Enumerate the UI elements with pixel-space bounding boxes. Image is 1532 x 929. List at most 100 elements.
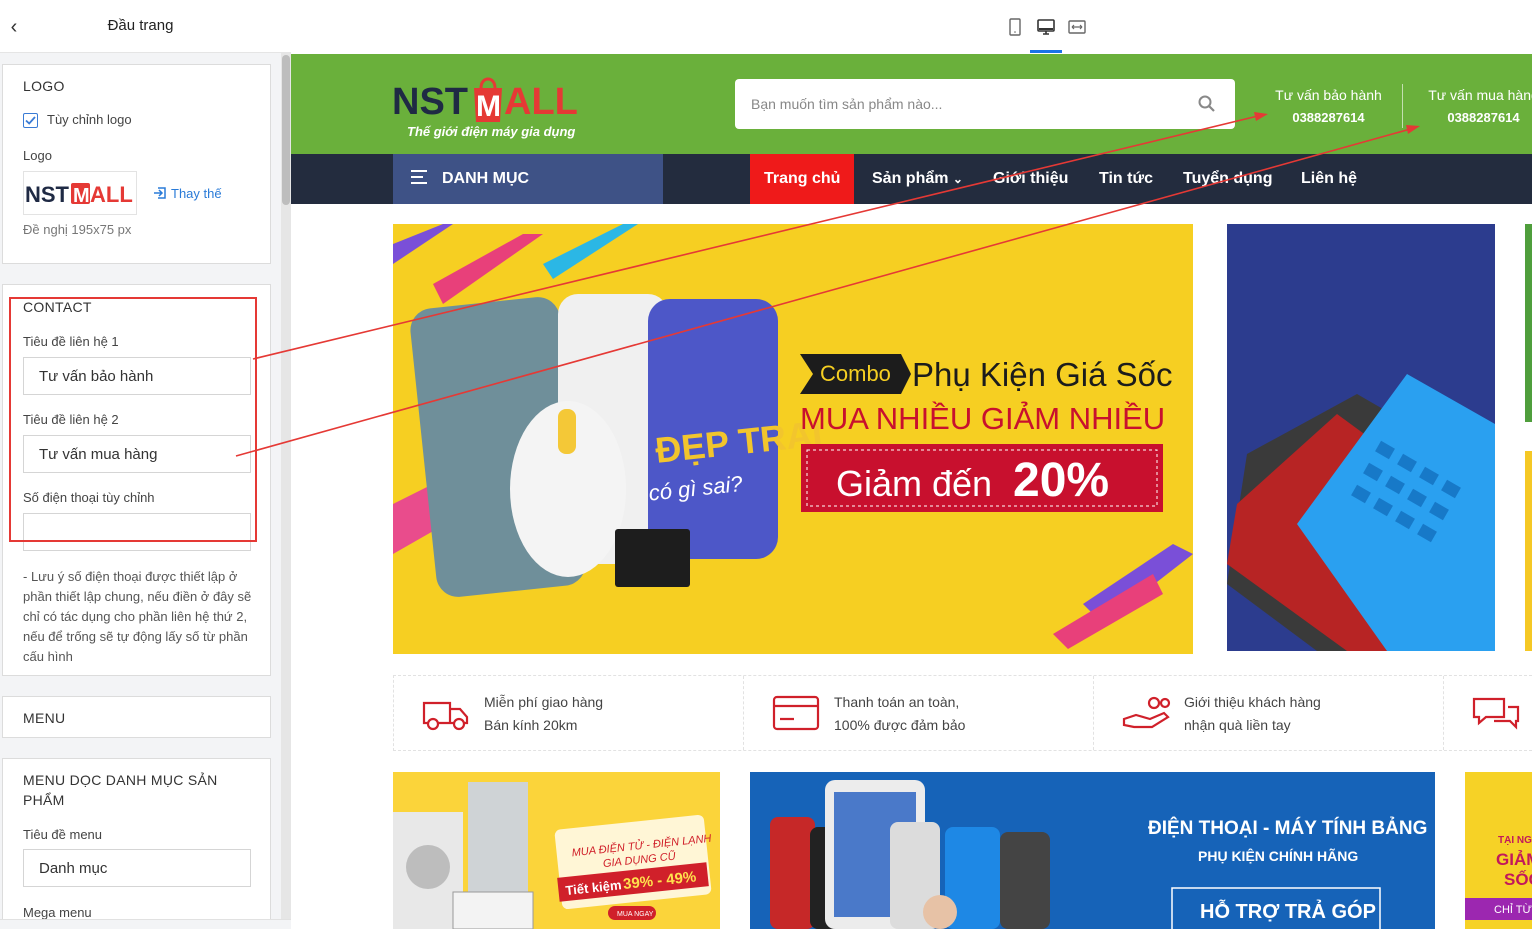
- logo-text-mall: ALL: [504, 81, 578, 123]
- chat-icon: [1472, 697, 1520, 730]
- check-icon: [25, 116, 36, 125]
- custom-phone-input[interactable]: [23, 513, 251, 551]
- contact-title2-input[interactable]: [23, 435, 251, 473]
- banner-combo: Combo: [820, 361, 891, 386]
- svg-text:M: M: [476, 90, 501, 123]
- menu-section[interactable]: MENU: [2, 696, 271, 738]
- svg-text:M: M: [73, 185, 90, 207]
- edge-promo-graphic: TẠI NG GIẢM SỐC CHỈ TỪ: [1465, 772, 1532, 929]
- contact-section: CONTACT Tiêu đề liên hệ 1 Tiêu đề liên h…: [2, 284, 271, 676]
- nav-home[interactable]: Trang chủ: [750, 154, 855, 204]
- promo1-cta: MUA NGAY: [617, 911, 654, 918]
- contact-sales[interactable]: Tư vấn mua hàng 0388287614: [1426, 87, 1532, 125]
- contact-warranty[interactable]: Tư vấn bảo hành 0388287614: [1271, 87, 1386, 125]
- feature-line2: 100% được đảm bảo: [834, 717, 966, 733]
- phones-graphic: ĐIỆN THOẠI - MÁY TÍNH BẢNG PHỤ KIỆN CHÍN…: [770, 780, 1427, 929]
- truck-icon: [422, 701, 469, 731]
- features-bar: Miễn phí giao hàng Bán kính 20km Thanh t…: [393, 675, 1532, 751]
- logo-text-nst: NST: [392, 81, 468, 123]
- hamburger-icon: [411, 170, 427, 184]
- replace-logo-link[interactable]: Thay thế: [153, 186, 222, 201]
- menu-section-title: MENU: [23, 710, 66, 726]
- nav-products[interactable]: Sản phẩm ⌄: [872, 154, 963, 204]
- category-menu-button[interactable]: DANH MỤC: [393, 154, 663, 204]
- panel-scroll-thumb[interactable]: [282, 55, 290, 205]
- feature-item: [1444, 676, 1532, 750]
- menu-title-input[interactable]: [23, 849, 251, 887]
- site-logo[interactable]: NST M ALL Thế giới điện máy gia dụng: [392, 66, 602, 146]
- promo2-title: ĐIỆN THOẠI - MÁY TÍNH BẢNG: [1148, 817, 1427, 839]
- feature-item: Miễn phí giao hàng Bán kính 20km: [394, 676, 744, 750]
- panel-footer: [0, 919, 291, 929]
- logo-label: Logo: [23, 148, 52, 163]
- contact-warranty-phone: 0388287614: [1292, 110, 1365, 125]
- card-icon: [772, 695, 820, 731]
- vertical-menu-section: MENU DỌC DANH MỤC SẢN PHẨM Tiêu đề menu …: [2, 758, 271, 928]
- custom-logo-checkbox[interactable]: [23, 113, 38, 128]
- mobile-icon[interactable]: [1005, 17, 1025, 37]
- contact-note: - Lưu ý số điện thoại được thiết lập ở p…: [23, 569, 252, 664]
- nav-contact[interactable]: Liên hệ: [1301, 154, 1357, 204]
- logo-section-title: LOGO: [23, 78, 65, 94]
- logo-thumbnail[interactable]: NST M ALL: [23, 171, 137, 215]
- feature-line1: Miễn phí giao hàng: [484, 694, 604, 710]
- contact-divider: [1402, 84, 1403, 128]
- contact-sales-title: Tư vấn mua hàng: [1428, 87, 1532, 103]
- edge-banner-green: [1525, 224, 1532, 422]
- promo2-subtitle: PHỤ KIỆN CHÍNH HÃNG: [1198, 847, 1358, 864]
- feature-line2: Bán kính 20km: [484, 717, 578, 733]
- promo-banner-phones[interactable]: ĐIỆN THOẠI - MÁY TÍNH BẢNG PHỤ KIỆN CHÍN…: [750, 772, 1435, 929]
- category-button-label: DANH MỤC: [442, 170, 530, 187]
- side-banner[interactable]: [1227, 224, 1495, 651]
- contact-title1-label: Tiêu đề liên hệ 1: [23, 334, 119, 349]
- feature-line2: nhận quà liền tay: [1184, 717, 1291, 733]
- edge-banner-yellow: [1525, 451, 1532, 651]
- promo2-cta: HỖ TRỢ TRẢ GÓP: [1200, 899, 1376, 923]
- logo-size-hint: Đề nghị 195x75 px: [23, 222, 132, 237]
- search-bar[interactable]: Bạn muốn tìm sản phẩm nào...: [735, 79, 1235, 129]
- banner-discount-prefix: Giảm đến: [836, 463, 992, 504]
- feature-line1: Thanh toán an toàn,: [834, 694, 960, 710]
- banner-subline: MUA NHIỀU GIẢM NHIỀU: [800, 401, 1165, 436]
- nav-products-label: Sản phẩm: [872, 170, 949, 187]
- contact-title1-input[interactable]: [23, 357, 251, 395]
- search-placeholder[interactable]: Bạn muốn tìm sản phẩm nào...: [751, 96, 942, 112]
- search-icon[interactable]: [1197, 94, 1217, 114]
- promo3-line2: GIẢM: [1496, 850, 1532, 869]
- contact-title2-label: Tiêu đề liên hệ 2: [23, 412, 119, 427]
- logo-section: LOGO Tùy chỉnh logo Logo NST M ALL Thay …: [2, 64, 271, 264]
- panel-header: ‹ Đầu trang: [0, 0, 291, 53]
- contact-sales-phone: 0388287614: [1447, 110, 1520, 125]
- banner-headline: Phụ Kiện Giá Sốc: [912, 356, 1173, 393]
- promo3-line4: CHỈ TỪ: [1494, 903, 1532, 916]
- fullwidth-icon[interactable]: [1067, 17, 1087, 37]
- chevron-down-icon: ⌄: [952, 172, 963, 186]
- panel-title: Đầu trang: [107, 17, 174, 34]
- promo3-line3: SỐC: [1504, 869, 1532, 889]
- feature-item: Thanh toán an toàn, 100% được đảm bảo: [744, 676, 1094, 750]
- appliances-graphic: MUA ĐIỆN TỬ - ĐIỆN LẠNH GIA DỤNG CŨ Tiết…: [393, 782, 712, 929]
- svg-text:ALL: ALL: [90, 182, 133, 207]
- keyboard-graphic: [1227, 224, 1495, 651]
- device-preview-bar: [291, 0, 1532, 54]
- main-navigation: DANH MỤC Trang chủ Sản phẩm ⌄ Giới thiệu…: [291, 154, 1532, 204]
- contact-section-title: CONTACT: [23, 299, 92, 315]
- desktop-icon[interactable]: [1036, 17, 1056, 37]
- gift-hand-icon: [1122, 696, 1171, 729]
- nav-about[interactable]: Giới thiệu: [993, 154, 1068, 204]
- site-header: NST M ALL Thế giới điện máy gia dụng Bạn…: [291, 54, 1532, 154]
- nav-careers[interactable]: Tuyển dụng: [1183, 154, 1272, 204]
- replace-icon: [154, 187, 166, 199]
- nav-news[interactable]: Tin tức: [1099, 154, 1153, 204]
- contact-warranty-title: Tư vấn bảo hành: [1275, 87, 1382, 103]
- custom-phone-label: Số điện thoại tùy chỉnh: [23, 490, 155, 505]
- menu-title-label: Tiêu đề menu: [23, 827, 103, 842]
- promo-banner-edge[interactable]: TẠI NG GIẢM SỐC CHỈ TỪ: [1465, 772, 1532, 929]
- main-banner[interactable]: ĐẸP TRAI có gì sai? Combo Phụ Kiện Giá S…: [393, 224, 1193, 654]
- active-device-underline: [1030, 50, 1062, 53]
- panel-scrollbar[interactable]: [281, 53, 291, 929]
- vertical-menu-section-title: MENU DỌC DANH MỤC SẢN PHẨM: [23, 772, 218, 808]
- replace-label: Thay thế: [171, 186, 222, 201]
- nstmall-logo-thumb: NST M ALL: [25, 182, 133, 207]
- promo-banner-appliances[interactable]: MUA ĐIỆN TỬ - ĐIỆN LẠNH GIA DỤNG CŨ Tiết…: [393, 772, 720, 929]
